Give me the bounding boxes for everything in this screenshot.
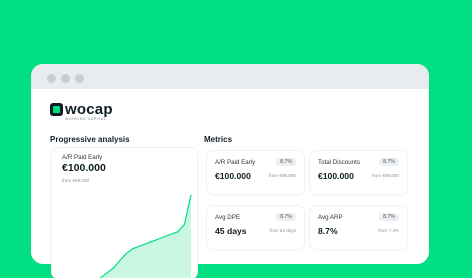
metric-badge: 8.7% [379, 158, 399, 166]
metric-label: Avg DPE [215, 214, 240, 221]
window-titlebar [31, 64, 429, 89]
metric-badge: 8.7% [276, 213, 296, 221]
logo-text: wocap WORKING CAPITAL [65, 101, 113, 122]
metric-label: Total Discounts [318, 159, 360, 166]
brand-name: wocap [65, 101, 113, 118]
progressive-chart-card[interactable]: A/R Paid Early €100.000 from €98.000 [52, 148, 197, 278]
chart-area-fill [100, 194, 191, 278]
metric-sub: from 52 days [269, 228, 296, 233]
window-dot-3[interactable] [75, 74, 84, 83]
metric-sub: from €98.000 [371, 173, 399, 178]
metric-value: €100.000 [318, 171, 354, 181]
metric-label: A/R Paid Early [215, 159, 256, 166]
metric-value: 45 days [215, 226, 247, 236]
metric-sub: from 7.4% [378, 228, 399, 233]
metric-value: 8.7% [318, 226, 338, 236]
area-chart [99, 194, 192, 278]
metric-card-avg-dpe[interactable]: Avg DPE 8.7% 45 days from 52 days [207, 206, 304, 249]
metric-card-total-discounts[interactable]: Total Discounts 8.7% €100.000 from €98.0… [310, 151, 407, 194]
metric-value: €100.000 [215, 171, 251, 181]
metric-card-ar-paid-early[interactable]: A/R Paid Early 8.7% €100.000 from €98.00… [207, 151, 304, 194]
metric-badge: 8.7% [276, 158, 296, 166]
progressive-analysis-title: Progressive analysis [50, 135, 130, 144]
logo-icon [50, 103, 63, 116]
metric-label: Avg ARP [318, 214, 343, 221]
browser-window: wocap WORKING CAPITAL Progressive analys… [31, 64, 429, 278]
metric-badge: 8.7% [379, 213, 399, 221]
window-dot-2[interactable] [61, 74, 70, 83]
window-dot-1[interactable] [47, 74, 56, 83]
metrics-title: Metrics [204, 135, 233, 144]
metric-sub: from €98.000 [268, 173, 296, 178]
brand-tagline: WORKING CAPITAL [65, 117, 107, 121]
metric-card-avg-arp[interactable]: Avg ARP 8.7% 8.7% from 7.4% [310, 206, 407, 249]
brand-logo: wocap WORKING CAPITAL [50, 101, 113, 123]
